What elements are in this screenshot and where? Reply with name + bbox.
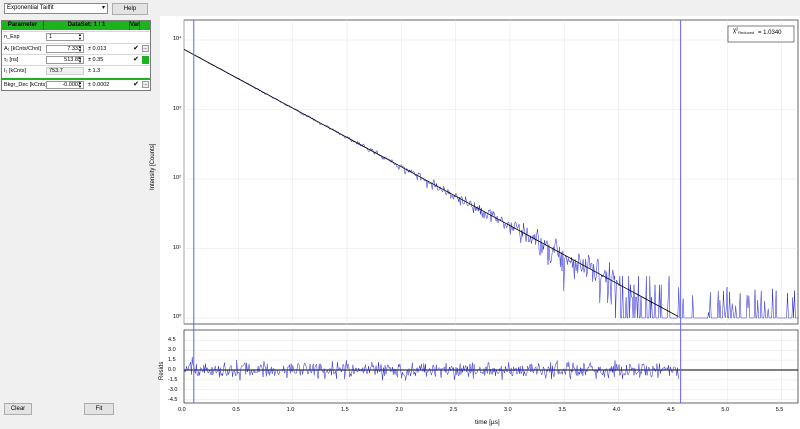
resid-y-tick-label: -4.5 (168, 396, 178, 403)
chi-square-value: = 1.0340 (758, 30, 782, 36)
resid-grid (183, 330, 798, 403)
x-tick-label: 0.5 (232, 407, 240, 413)
resid-y-tick-label: 3.0 (168, 347, 176, 354)
x-tick-label: 2.0 (395, 407, 403, 413)
resid-y-tick-label: 4.5 (168, 337, 176, 344)
resid-y-tick-label: 0.0 (168, 367, 176, 373)
resid-y-tick-label: 1.5 (168, 357, 176, 364)
x-tick-label: 3.0 (504, 407, 512, 413)
main-plot-frame (183, 19, 799, 325)
resid-polyline (183, 357, 679, 381)
x-tick-label: 4.5 (667, 407, 675, 413)
resid-y-tick-label: -1.5 (168, 376, 178, 383)
x-tick-label: 1.5 (341, 407, 349, 413)
plot-svg (183, 19, 799, 404)
x-tick-label: 4.0 (612, 407, 621, 413)
y-tick-label: 10³ (173, 105, 181, 112)
resid-ylabel: Resids (159, 361, 165, 380)
y-tick-label: 10⁴ (173, 36, 182, 42)
x-tick-label: 5.0 (721, 407, 730, 413)
chi-square-label: χ²Reduced (733, 28, 754, 35)
y-tick-label: 10¹ (173, 244, 181, 251)
x-tick-label: 5.5 (775, 407, 784, 413)
resid-plot-frame (183, 329, 799, 404)
x-tick-label: 2.5 (449, 407, 458, 413)
chi-sublabel: Reduced (738, 30, 755, 36)
main-ylabel: Intensity [Counts] (150, 143, 156, 190)
resid-trace (183, 357, 679, 381)
y-tick-label: 10⁰ (173, 314, 182, 320)
resid-y-tick-label: -3.0 (168, 386, 178, 393)
y-tick-label: 10² (173, 175, 181, 181)
x-tick-label: 0.0 (178, 407, 186, 413)
x-tick-label: 3.5 (558, 407, 566, 413)
x-tick-label: 1.0 (286, 407, 295, 413)
x-axis-label: time [µs] (475, 419, 500, 426)
